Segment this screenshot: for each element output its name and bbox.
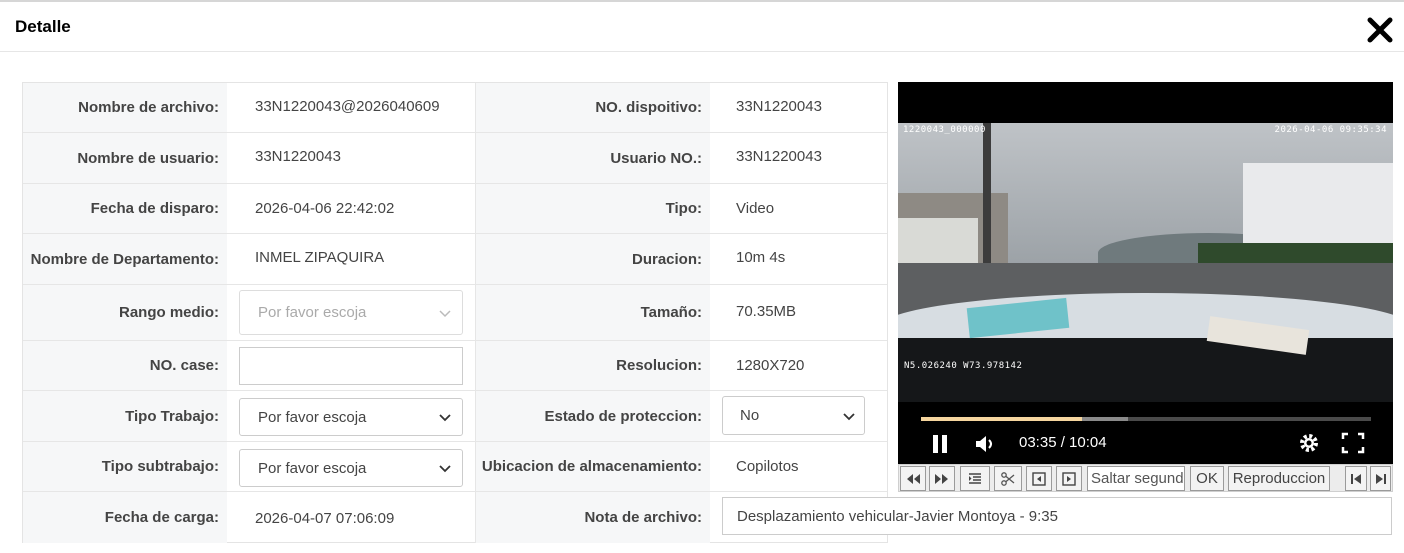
rewind-icon[interactable] bbox=[900, 466, 926, 491]
list-icon[interactable] bbox=[960, 466, 990, 491]
file-note-input[interactable]: Desplazamiento vehicular-Javier Montoya … bbox=[722, 497, 1392, 535]
modal-header: Detalle bbox=[0, 2, 1404, 52]
table-row: Tipo Trabajo: Por favor escoja Estado de… bbox=[23, 391, 887, 442]
skip-start-icon[interactable] bbox=[1345, 466, 1367, 491]
video-frame[interactable]: 1220043_000000 2026-04-06 09:35:34 N5.02… bbox=[898, 123, 1393, 402]
chevron-down-icon bbox=[439, 309, 451, 317]
protection-state-select[interactable]: No bbox=[722, 396, 865, 435]
table-row: Fecha de disparo: 2026-04-06 22:42:02 Ti… bbox=[23, 184, 887, 234]
video-player[interactable]: 1220043_000000 2026-04-06 09:35:34 N5.02… bbox=[898, 82, 1393, 464]
value-type: Video bbox=[736, 200, 775, 217]
osd-timestamp: 2026-04-06 09:35:34 bbox=[1274, 125, 1387, 135]
value-device-no: 33N1220043 bbox=[736, 98, 822, 115]
progress-bar[interactable] bbox=[921, 417, 1371, 421]
gear-icon[interactable] bbox=[1298, 432, 1320, 459]
label-work-subtype: Tipo subtrabajo: bbox=[23, 442, 227, 491]
value-user-name: 33N1220043 bbox=[255, 148, 341, 165]
label-type: Tipo: bbox=[475, 184, 710, 233]
table-row: Nombre de archivo: 33N1220043@2026040609… bbox=[23, 83, 887, 133]
label-department: Nombre de Departamento: bbox=[23, 234, 227, 284]
work-type-select[interactable]: Por favor escoja bbox=[239, 398, 463, 436]
label-user-no: Usuario NO.: bbox=[475, 133, 710, 183]
fullscreen-icon[interactable] bbox=[1341, 432, 1365, 459]
osd-device-id: 1220043_000000 bbox=[903, 125, 986, 135]
label-medium-range: Rango medio: bbox=[23, 285, 227, 340]
label-duration: Duracion: bbox=[475, 234, 710, 284]
table-row: Nombre de usuario: 33N1220043 Usuario NO… bbox=[23, 133, 887, 184]
label-device-no: NO. dispoitivo: bbox=[475, 83, 710, 132]
value-storage-location: Copilotos bbox=[736, 458, 799, 475]
chevron-down-icon bbox=[843, 412, 855, 420]
close-icon[interactable] bbox=[1366, 16, 1394, 44]
label-size: Tamaño: bbox=[475, 285, 710, 340]
label-user-name: Nombre de usuario: bbox=[23, 133, 227, 183]
video-controls: 03:35 / 10:04 bbox=[898, 402, 1393, 464]
case-no-input[interactable] bbox=[239, 347, 463, 385]
skip-end-icon[interactable] bbox=[1370, 466, 1391, 491]
fast-forward-icon[interactable] bbox=[929, 466, 955, 491]
work-subtype-selected: Por favor escoja bbox=[258, 459, 367, 477]
chevron-down-icon bbox=[439, 414, 451, 422]
volume-icon[interactable] bbox=[974, 434, 996, 459]
playback-button[interactable]: Reproduccion bbox=[1228, 466, 1330, 491]
label-file-name: Nombre de archivo: bbox=[23, 83, 227, 132]
label-file-note: Nota de archivo: bbox=[475, 492, 710, 543]
value-upload-date: 2026-04-07 07:06:09 bbox=[255, 510, 395, 527]
work-subtype-select[interactable]: Por favor escoja bbox=[239, 449, 463, 487]
frame-back-icon[interactable] bbox=[1026, 466, 1052, 491]
seek-seconds-input[interactable]: Saltar segundos bbox=[1087, 466, 1185, 491]
table-row: Nombre de Departamento: INMEL ZIPAQUIRA … bbox=[23, 234, 887, 285]
osd-gps-coordinates: N5.026240 W73.978142 bbox=[904, 361, 1023, 371]
medium-range-placeholder: Por favor escoja bbox=[258, 304, 367, 321]
value-size: 70.35MB bbox=[736, 303, 797, 320]
ok-button[interactable]: OK bbox=[1190, 466, 1224, 491]
value-file-name: 33N1220043@2026040609 bbox=[255, 98, 440, 115]
played-bar bbox=[921, 417, 1083, 421]
chevron-down-icon bbox=[439, 465, 451, 473]
pause-icon[interactable] bbox=[930, 434, 950, 459]
modal-title: Detalle bbox=[15, 17, 71, 36]
time-display: 03:35 / 10:04 bbox=[1019, 434, 1107, 451]
label-trigger-date: Fecha de disparo: bbox=[23, 184, 227, 233]
label-resolution: Resolucion: bbox=[475, 341, 710, 390]
detail-table: Nombre de archivo: 33N1220043@2026040609… bbox=[22, 82, 888, 543]
table-row: Rango medio: Por favor escoja Tamaño: 70… bbox=[23, 285, 887, 341]
frame-forward-icon[interactable] bbox=[1056, 466, 1082, 491]
playback-toolbar: Saltar segundos OK Reproduccion bbox=[898, 464, 1393, 492]
value-trigger-date: 2026-04-06 22:42:02 bbox=[255, 200, 395, 217]
table-row: Tipo subtrabajo: Por favor escoja Ubicac… bbox=[23, 442, 887, 492]
label-upload-date: Fecha de carga: bbox=[23, 492, 227, 543]
value-department: INMEL ZIPAQUIRA bbox=[255, 249, 385, 266]
medium-range-select[interactable]: Por favor escoja bbox=[239, 290, 463, 335]
table-row: NO. case: Resolucion: 1280X720 bbox=[23, 341, 887, 391]
label-storage-location: Ubicacion de almacenamiento: bbox=[475, 442, 710, 491]
value-user-no: 33N1220043 bbox=[736, 148, 822, 165]
value-duration: 10m 4s bbox=[736, 249, 786, 266]
detail-modal: Detalle Nombre de archivo: 33N1220043@20… bbox=[0, 0, 1404, 553]
value-resolution: 1280X720 bbox=[736, 357, 805, 374]
work-type-selected: Por favor escoja bbox=[258, 408, 367, 426]
label-case-no: NO. case: bbox=[23, 341, 227, 390]
protection-state-selected: No bbox=[740, 407, 760, 424]
scissors-icon[interactable] bbox=[994, 466, 1022, 491]
label-protection-state: Estado de proteccion: bbox=[475, 391, 710, 441]
label-work-type: Tipo Trabajo: bbox=[23, 391, 227, 441]
